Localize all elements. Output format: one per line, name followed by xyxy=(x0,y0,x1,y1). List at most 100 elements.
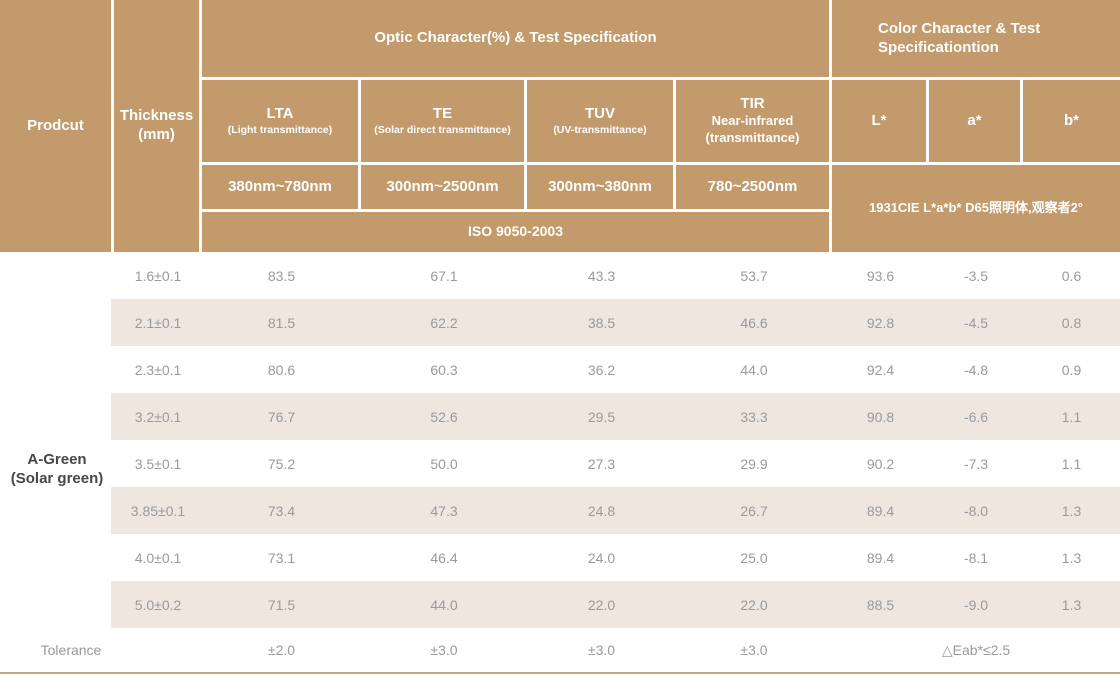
cell-b-star: 1.3 xyxy=(1023,550,1120,566)
cell-lta: 80.6 xyxy=(202,362,361,378)
cell-thickness: 1.6±0.1 xyxy=(114,268,202,284)
lta-abbr: LTA xyxy=(267,105,294,124)
table-row: 3.2±0.1 76.7 52.6 29.5 33.3 90.8 -6.6 1.… xyxy=(0,393,1120,440)
tolerance-tir: ±3.0 xyxy=(676,642,832,658)
cell-tir: 44.0 xyxy=(676,362,832,378)
cell-tuv: 43.3 xyxy=(527,268,676,284)
color-standard-label: 1931CIE L*a*b* D65照明体,观察者2° xyxy=(869,200,1083,216)
product-name-line2: (Solar green) xyxy=(0,469,114,488)
product-spec-table: Prodcut Thickness (mm) Optic Character(%… xyxy=(0,0,1120,676)
cell-te: 44.0 xyxy=(361,597,527,613)
cell-l-star: 90.8 xyxy=(832,409,929,425)
cell-lta: 71.5 xyxy=(202,597,361,613)
product-header-label: Prodcut xyxy=(27,117,84,136)
cell-thickness: 3.5±0.1 xyxy=(114,456,202,472)
te-subtitle: (Solar direct transmittance) xyxy=(374,124,511,138)
b-star-label: b* xyxy=(1064,112,1079,131)
cell-tuv: 22.0 xyxy=(527,597,676,613)
range-te: 300nm~2500nm xyxy=(361,165,524,209)
cell-b-star: 0.6 xyxy=(1023,268,1120,284)
cell-thickness: 3.2±0.1 xyxy=(114,409,202,425)
cell-a-star: -9.0 xyxy=(929,597,1023,613)
tolerance-lta: ±2.0 xyxy=(202,642,361,658)
cell-lta: 75.2 xyxy=(202,456,361,472)
tolerance-row: Tolerance ±2.0 ±3.0 ±3.0 ±3.0 △Eab*≤2.5 xyxy=(0,628,1120,672)
cell-tuv: 36.2 xyxy=(527,362,676,378)
l-star-label: L* xyxy=(872,112,887,131)
tuv-abbr: TUV xyxy=(585,105,615,124)
table-row: 2.3±0.1 80.6 60.3 36.2 44.0 92.4 -4.8 0.… xyxy=(0,346,1120,393)
cell-te: 62.2 xyxy=(361,315,527,331)
cell-b-star: 0.9 xyxy=(1023,362,1120,378)
table-row: 3.5±0.1 75.2 50.0 27.3 29.9 90.2 -7.3 1.… xyxy=(0,440,1120,487)
cell-tuv: 24.8 xyxy=(527,503,676,519)
col-header-product: Prodcut xyxy=(0,0,111,252)
cell-te: 67.1 xyxy=(361,268,527,284)
product-name: A-Green (Solar green) xyxy=(0,450,114,488)
te-abbr: TE xyxy=(433,105,452,124)
table-row: 5.0±0.2 71.5 44.0 22.0 22.0 88.5 -9.0 1.… xyxy=(0,581,1120,628)
tir-subtitle: Near-infrared (transmittance) xyxy=(706,113,800,147)
cell-thickness: 3.85±0.1 xyxy=(114,503,202,519)
color-section-title-line1: Color Character & Test xyxy=(878,20,1040,39)
cell-a-star: -3.5 xyxy=(929,268,1023,284)
cell-te: 47.3 xyxy=(361,503,527,519)
cell-a-star: -7.3 xyxy=(929,456,1023,472)
tolerance-tuv: ±3.0 xyxy=(527,642,676,658)
cell-tir: 25.0 xyxy=(676,550,832,566)
cell-l-star: 92.4 xyxy=(832,362,929,378)
table-row: 1.6±0.1 83.5 67.1 43.3 53.7 93.6 -3.5 0.… xyxy=(0,252,1120,299)
tuv-range-label: 300nm~380nm xyxy=(548,178,652,197)
tir-range-label: 780~2500nm xyxy=(708,178,798,197)
thickness-header-label: Thickness xyxy=(120,107,193,126)
table-row: 3.85±0.1 73.4 47.3 24.8 26.7 89.4 -8.0 1… xyxy=(0,487,1120,534)
cell-l-star: 89.4 xyxy=(832,503,929,519)
table-header: Prodcut Thickness (mm) Optic Character(%… xyxy=(0,0,1120,252)
tolerance-label: Tolerance xyxy=(0,642,114,658)
cell-b-star: 1.1 xyxy=(1023,409,1120,425)
cell-b-star: 0.8 xyxy=(1023,315,1120,331)
cell-thickness: 2.1±0.1 xyxy=(114,315,202,331)
color-section-title-line2: Specificationtion xyxy=(878,39,999,58)
section-header-optic: Optic Character(%) & Test Specification xyxy=(202,0,829,77)
col-header-b-star: b* xyxy=(1023,80,1120,162)
cell-b-star: 1.1 xyxy=(1023,456,1120,472)
lta-range-label: 380nm~780nm xyxy=(228,178,332,197)
cell-tuv: 38.5 xyxy=(527,315,676,331)
table-body: 1.6±0.1 83.5 67.1 43.3 53.7 93.6 -3.5 0.… xyxy=(0,252,1120,672)
bottom-rule xyxy=(0,672,1120,674)
cell-tuv: 27.3 xyxy=(527,456,676,472)
cell-thickness: 4.0±0.1 xyxy=(114,550,202,566)
cell-te: 60.3 xyxy=(361,362,527,378)
cell-lta: 73.4 xyxy=(202,503,361,519)
col-header-te: TE (Solar direct transmittance) xyxy=(361,80,524,162)
cell-l-star: 93.6 xyxy=(832,268,929,284)
cell-te: 50.0 xyxy=(361,456,527,472)
col-header-l-star: L* xyxy=(832,80,926,162)
range-tuv: 300nm~380nm xyxy=(527,165,673,209)
cell-lta: 81.5 xyxy=(202,315,361,331)
cell-b-star: 1.3 xyxy=(1023,597,1120,613)
cell-a-star: -8.0 xyxy=(929,503,1023,519)
te-range-label: 300nm~2500nm xyxy=(386,178,498,197)
a-star-label: a* xyxy=(967,112,981,131)
cell-thickness: 5.0±0.2 xyxy=(114,597,202,613)
cell-a-star: -4.5 xyxy=(929,315,1023,331)
tolerance-te: ±3.0 xyxy=(361,642,527,658)
col-header-a-star: a* xyxy=(929,80,1020,162)
range-lta: 380nm~780nm xyxy=(202,165,358,209)
cell-lta: 76.7 xyxy=(202,409,361,425)
optic-standard-label: ISO 9050-2003 xyxy=(468,223,563,241)
cell-lta: 73.1 xyxy=(202,550,361,566)
product-name-line1: A-Green xyxy=(0,450,114,469)
range-tir: 780~2500nm xyxy=(676,165,829,209)
tuv-subtitle: (UV-transmittance) xyxy=(553,124,646,138)
cell-tir: 26.7 xyxy=(676,503,832,519)
color-standard-cell: 1931CIE L*a*b* D65照明体,观察者2° xyxy=(832,165,1120,252)
col-header-lta: LTA (Light transmittance) xyxy=(202,80,358,162)
cell-tir: 22.0 xyxy=(676,597,832,613)
cell-l-star: 88.5 xyxy=(832,597,929,613)
cell-tuv: 29.5 xyxy=(527,409,676,425)
cell-tir: 46.6 xyxy=(676,315,832,331)
cell-l-star: 89.4 xyxy=(832,550,929,566)
